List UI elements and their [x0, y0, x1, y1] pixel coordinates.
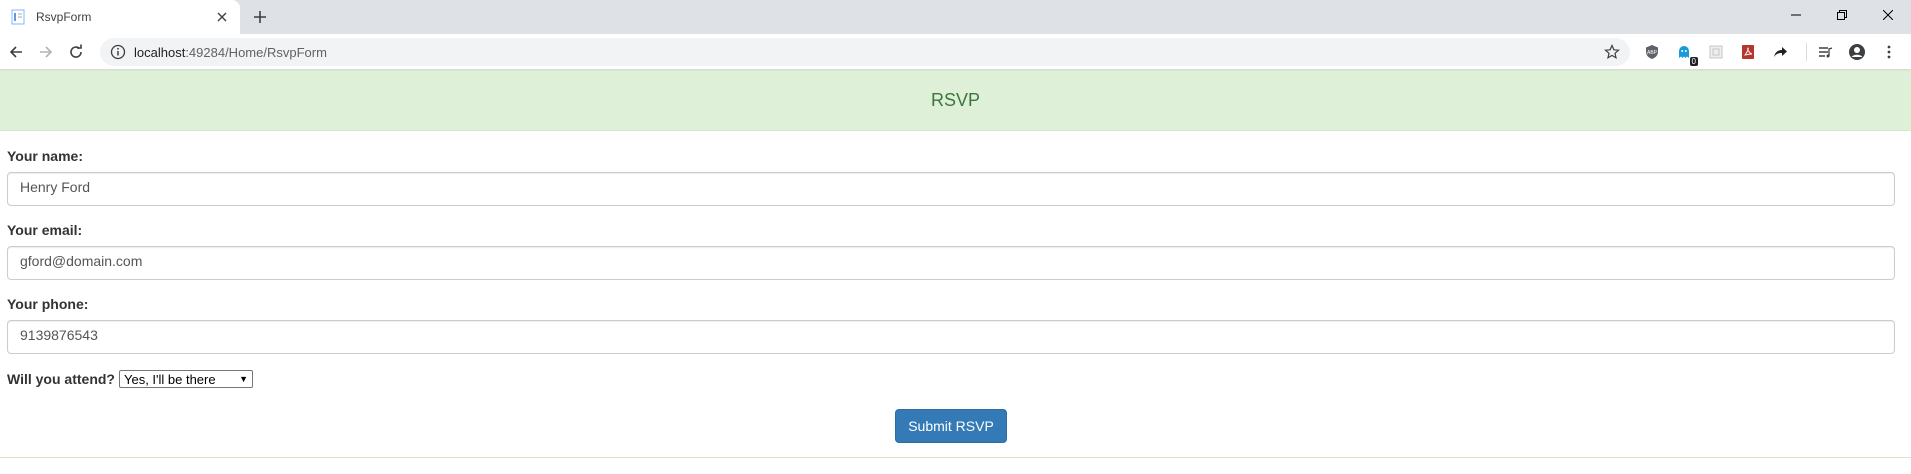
menu-kebab-icon[interactable]	[1877, 40, 1901, 64]
submit-rsvp-button[interactable]: Submit RSVP	[895, 409, 1007, 443]
ghostery-extension-icon[interactable]: 0	[1672, 40, 1698, 66]
page-favicon-icon	[10, 9, 26, 25]
tab-strip: RsvpForm	[0, 0, 1911, 34]
reader-extension-icon[interactable]	[1704, 40, 1728, 64]
email-label: Your email:	[7, 222, 83, 238]
close-tab-icon[interactable]	[212, 7, 232, 27]
bookmark-star-icon[interactable]	[1604, 44, 1620, 60]
phone-group: Your phone: 9139876543	[7, 296, 1895, 354]
share-arrow-icon[interactable]	[1768, 40, 1792, 64]
url-path: :49284/Home/RsvpForm	[185, 44, 327, 60]
attend-label: Will you attend?	[7, 371, 115, 387]
toolbar-separator	[1806, 43, 1807, 61]
attend-selected-value: Yes, I'll be there	[123, 371, 216, 387]
page-title: RSVP	[930, 90, 981, 110]
extension-badge: 0	[1689, 57, 1698, 66]
restore-icon[interactable]	[1819, 0, 1865, 30]
extensions-area: ABP 0	[1640, 40, 1909, 66]
phone-label: Your phone:	[7, 296, 89, 312]
window-controls	[1773, 0, 1911, 30]
url-host: localhost	[134, 44, 186, 60]
panel-heading: RSVP	[0, 70, 1911, 131]
name-input[interactable]: Henry Ford	[7, 172, 1895, 206]
media-queue-icon[interactable]	[1813, 40, 1837, 64]
reload-icon[interactable]	[62, 38, 90, 66]
forward-icon[interactable]	[32, 38, 60, 66]
name-group: Your name: Henry Ford	[7, 148, 1895, 206]
name-label: Your name:	[7, 148, 83, 164]
url-text: localhost:49284/Home/RsvpForm	[134, 45, 327, 60]
attend-select[interactable]: Yes, I'll be there ▼	[118, 370, 253, 388]
page-content: RSVP Your name: Henry Ford Your email: g…	[0, 70, 1911, 474]
panel-bottom-border	[0, 457, 1911, 458]
tab-title: RsvpForm	[36, 10, 92, 24]
pdf-extension-icon[interactable]	[1736, 40, 1760, 64]
browser-toolbar: localhost:49284/Home/RsvpForm ABP 0	[0, 34, 1911, 70]
attend-group: Will you attend? Yes, I'll be there ▼	[7, 370, 1895, 388]
svg-text:ABP: ABP	[1647, 50, 1658, 56]
shield-extension-icon[interactable]: ABP	[1640, 40, 1664, 64]
minimize-icon[interactable]	[1773, 0, 1819, 30]
phone-input[interactable]: 9139876543	[7, 320, 1895, 354]
email-input[interactable]: gford@domain.com	[7, 246, 1895, 280]
address-bar[interactable]: localhost:49284/Home/RsvpForm	[100, 38, 1630, 66]
dropdown-arrow-icon: ▼	[239, 374, 248, 384]
site-info-icon[interactable]	[110, 44, 126, 60]
close-window-icon[interactable]	[1865, 0, 1911, 30]
profile-avatar-icon[interactable]	[1845, 40, 1869, 64]
email-group: Your email: gford@domain.com	[7, 222, 1895, 280]
new-tab-icon[interactable]	[249, 6, 271, 28]
back-icon[interactable]	[2, 38, 30, 66]
browser-tab[interactable]: RsvpForm	[0, 0, 240, 34]
